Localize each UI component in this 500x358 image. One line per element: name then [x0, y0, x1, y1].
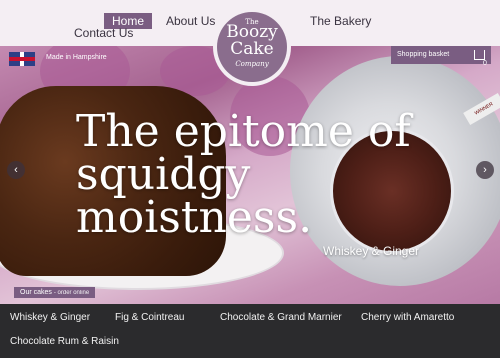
basket-icon [474, 50, 485, 60]
hero-headline: The epitome of squidgy moistness. [76, 106, 411, 243]
logo-company: Company [235, 60, 269, 68]
chevron-right-icon: › [483, 164, 487, 176]
menu-item-cherry-amaretto[interactable]: Cherry with Amaretto [361, 312, 454, 323]
nav-the-bakery[interactable]: The Bakery [310, 14, 371, 28]
union-flag-icon [9, 52, 35, 66]
order-online-label: - order online [53, 290, 90, 296]
menu-item-fig-cointreau[interactable]: Fig & Cointreau [115, 312, 184, 323]
made-in-label: Made in Hampshire [46, 54, 107, 61]
logo-cake: Cake [230, 39, 274, 59]
nav-contact-us[interactable]: Contact Us [74, 26, 133, 40]
slide-caption: Whiskey & Ginger [323, 244, 420, 258]
shopping-basket-button[interactable]: Shopping basket [391, 46, 491, 64]
our-cakes-button[interactable]: Our cakes - order online [14, 287, 96, 298]
slider-next-button[interactable]: › [476, 161, 494, 179]
headline-line-3: moistness. [76, 192, 313, 243]
menu-item-whiskey-ginger[interactable]: Whiskey & Ginger [10, 312, 90, 323]
headline-line-2: squidgy [76, 149, 251, 200]
menu-item-chocolate-rum-raisin[interactable]: Chocolate Rum & Raisin [10, 336, 119, 347]
chevron-left-icon: ‹ [14, 164, 18, 176]
basket-label: Shopping basket [397, 51, 450, 58]
nav-about-us[interactable]: About Us [166, 14, 215, 28]
basket-count: 0 [483, 60, 487, 67]
cake-menu: Whiskey & Ginger Fig & Cointreau Chocola… [0, 304, 500, 358]
slider-prev-button[interactable]: ‹ [7, 161, 25, 179]
our-cakes-label: Our cakes [20, 289, 52, 296]
site-logo[interactable]: The Boozy Cake Company [213, 8, 291, 86]
menu-item-chocolate-grand-marnier[interactable]: Chocolate & Grand Marnier [220, 312, 342, 323]
headline-line-1: The epitome of [76, 106, 411, 157]
logo-badge: The Boozy Cake Company [217, 12, 287, 82]
